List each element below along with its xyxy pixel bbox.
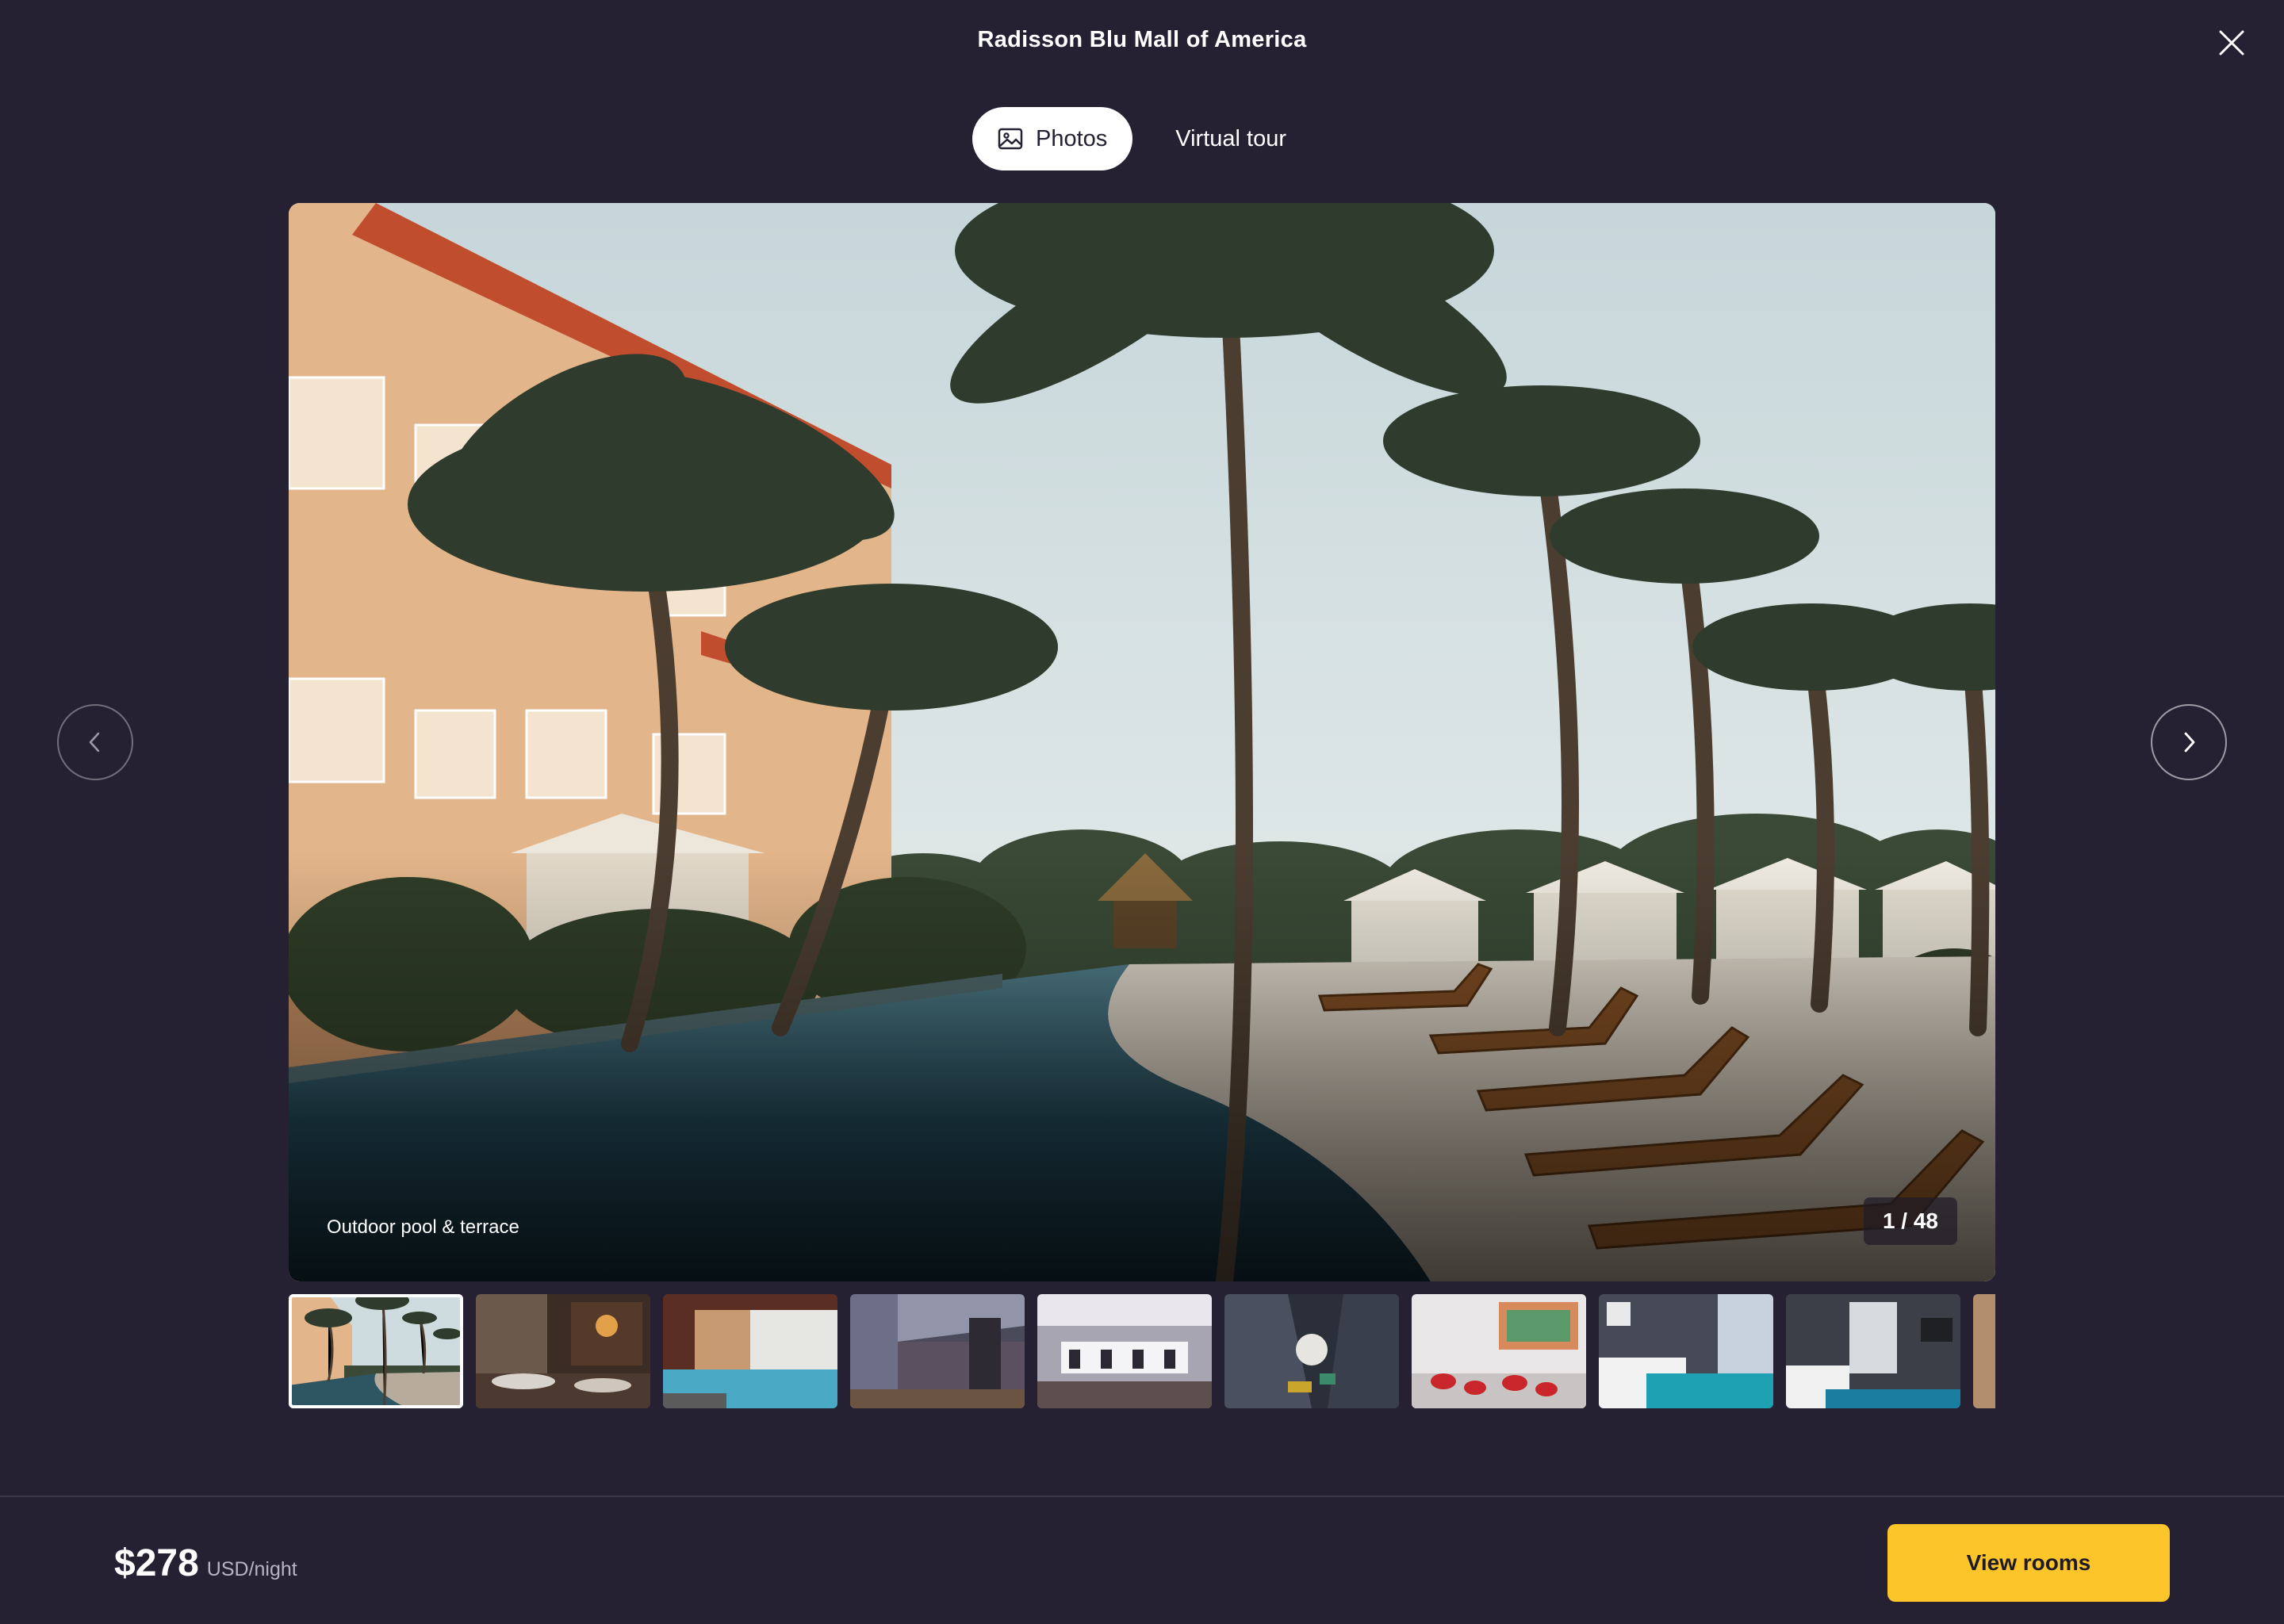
thumbnail-image [1973,1294,1995,1408]
tab-virtual-tour-label: Virtual tour [1175,125,1286,151]
price-amount: $278 [114,1542,199,1584]
page-title: Radisson Blu Mall of America [977,27,1307,52]
thumbnail-image [663,1294,837,1408]
tab-virtual-tour[interactable]: Virtual tour [1150,107,1312,170]
thumbnail-image [476,1294,650,1408]
pool-photo-image [289,203,1995,1281]
view-rooms-button[interactable]: View rooms [1887,1524,2170,1602]
chevron-right-icon [2184,732,2195,753]
thumbnail-image [289,1294,463,1408]
chevron-left-icon [89,732,100,753]
image-icon [998,128,1023,150]
thumbnail-image [1412,1294,1586,1408]
close-icon [2219,30,2244,56]
next-photo-button[interactable] [2151,704,2227,780]
photo-gallery-modal: Radisson Blu Mall of America Photos Virt… [0,0,2284,1624]
tab-photos[interactable]: Photos [971,107,1133,170]
thumbnail-pool[interactable] [289,1294,463,1408]
thumbnail-lobby[interactable] [850,1294,1025,1408]
thumbnail-image [1037,1294,1212,1408]
price-display: $278 USD/night [114,1542,297,1585]
thumbnail-indoor-pool[interactable] [663,1294,837,1408]
thumbnail-restaurant[interactable] [476,1294,650,1408]
thumbnail-image [1224,1294,1399,1408]
price-unit: USD/night [206,1558,297,1580]
main-photo: Outdoor pool & terrace 1 / 48 [289,203,1995,1281]
close-button[interactable] [2213,24,2251,62]
thumbnail-bedroom[interactable] [1599,1294,1773,1408]
thumbnail-strip[interactable] [289,1294,1995,1408]
photo-counter: 1 / 48 [1863,1197,1957,1245]
thumbnail-atrium[interactable] [1224,1294,1399,1408]
gallery-tabs: Photos Virtual tour [0,107,2284,170]
thumbnail-bar[interactable] [1037,1294,1212,1408]
thumbnail-image [1786,1294,1960,1408]
thumbnail-image [850,1294,1025,1408]
thumbnail-lounge[interactable] [1412,1294,1586,1408]
booking-footer: $278 USD/night View rooms [0,1496,2284,1624]
tab-photos-label: Photos [1035,125,1108,151]
thumbnail-image [1599,1294,1773,1408]
photo-caption: Outdoor pool & terrace [327,1216,519,1238]
thumbnail-suite[interactable] [1786,1294,1960,1408]
previous-photo-button[interactable] [57,704,133,780]
thumbnail-partial[interactable] [1973,1294,1995,1408]
